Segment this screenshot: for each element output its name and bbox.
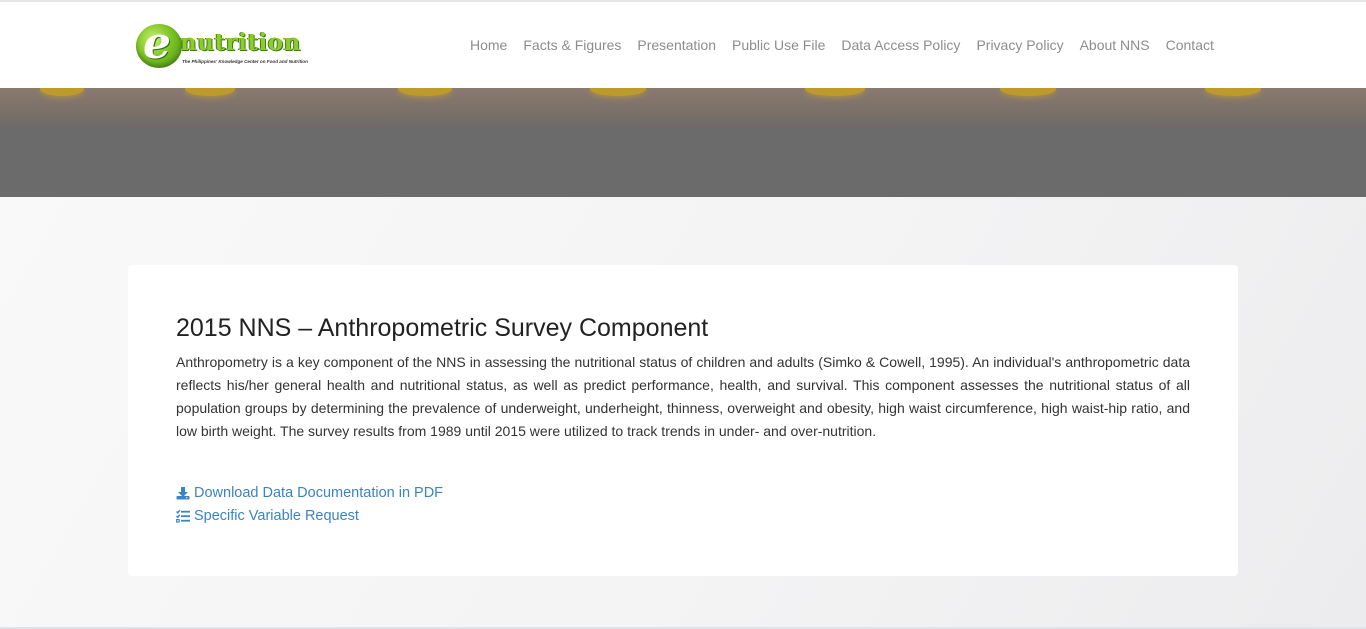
logo-letter: e [143, 18, 171, 69]
logo-tagline: The Philippines' Knowledge Center on Foo… [182, 59, 308, 64]
page-title: 2015 NNS – Anthropometric Survey Compone… [176, 314, 709, 342]
nav-privacy-policy[interactable]: Privacy Policy [976, 36, 1063, 54]
survey-description: Anthropometry is a key component of the … [176, 354, 1190, 439]
specific-variable-request-link[interactable]: Specific Variable Request [176, 507, 359, 525]
nav-home[interactable]: Home [470, 36, 507, 54]
nav-data-access-policy[interactable]: Data Access Policy [841, 36, 960, 54]
specific-variable-request-label: Specific Variable Request [194, 508, 359, 524]
nav-public-use-file[interactable]: Public Use File [732, 36, 825, 54]
download-icon [176, 486, 190, 500]
nav-contact[interactable]: Contact [1166, 36, 1214, 54]
hero-banner [0, 88, 1366, 197]
download-documentation-label: Download Data Documentation in PDF [194, 485, 444, 501]
logo-wordmark: nutrition [180, 29, 301, 56]
nav-presentation[interactable]: Presentation [637, 36, 716, 54]
list-check-icon [176, 509, 190, 523]
survey-card: 2015 NNS – Anthropometric Survey Compone… [128, 265, 1238, 576]
nav-about-nns[interactable]: About NNS [1080, 36, 1150, 54]
nav-facts-figures[interactable]: Facts & Figures [523, 36, 621, 54]
main-nav: Home Facts & Figures Presentation Public… [470, 36, 1214, 54]
site-header: e nutrition The Philippines' Knowledge C… [0, 2, 1366, 88]
download-documentation-link[interactable]: Download Data Documentation in PDF [176, 484, 443, 502]
hero-background-image [0, 88, 1366, 128]
site-logo[interactable]: e nutrition The Philippines' Knowledge C… [136, 19, 326, 70]
